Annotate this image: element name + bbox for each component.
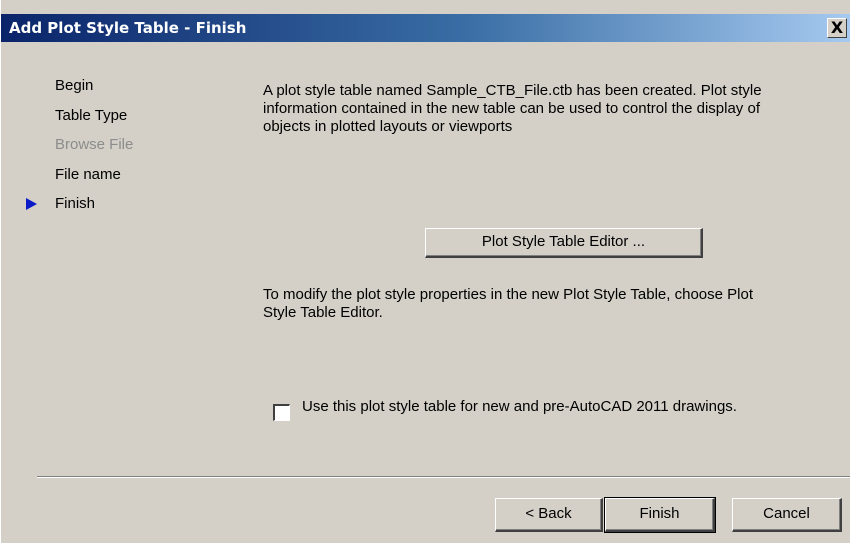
use-for-new-drawings-checkbox[interactable] [273,404,290,421]
step-label: File name [55,165,121,183]
step-file-name: File name [55,165,133,195]
footer-separator [37,476,850,478]
step-browse-file: Browse File [55,135,133,165]
back-button[interactable]: < Back [495,498,603,532]
triangle-right-icon [26,198,37,210]
step-label: Table Type [55,106,128,124]
info-text: A plot style table named Sample_CTB_File… [263,82,762,135]
step-begin: Begin [55,76,133,106]
step-label: Finish [55,195,96,212]
cancel-button[interactable]: Cancel [732,498,842,532]
wizard-steps: Begin Table Type Browse File File name F… [26,76,133,224]
checkbox-label[interactable]: Use this plot style table for new and pr… [302,398,762,416]
step-label: Begin [55,77,94,94]
plot-style-table-editor-button[interactable]: Plot Style Table Editor ... [425,228,703,258]
close-button[interactable]: X [827,18,847,38]
finish-button[interactable]: Finish [604,497,716,533]
step-table-type: Table Type [55,106,133,136]
modify-instructions-text: To modify the plot style properties in t… [263,286,753,321]
title-bar[interactable]: Add Plot Style Table - Finish X [1,14,850,42]
close-icon: X [830,18,844,37]
add-plot-style-table-dialog: Add Plot Style Table - Finish X Begin Ta… [0,0,850,543]
step-label: Browse File [55,136,134,153]
step-finish: Finish [26,194,133,224]
window-title: Add Plot Style Table - Finish [9,19,247,37]
